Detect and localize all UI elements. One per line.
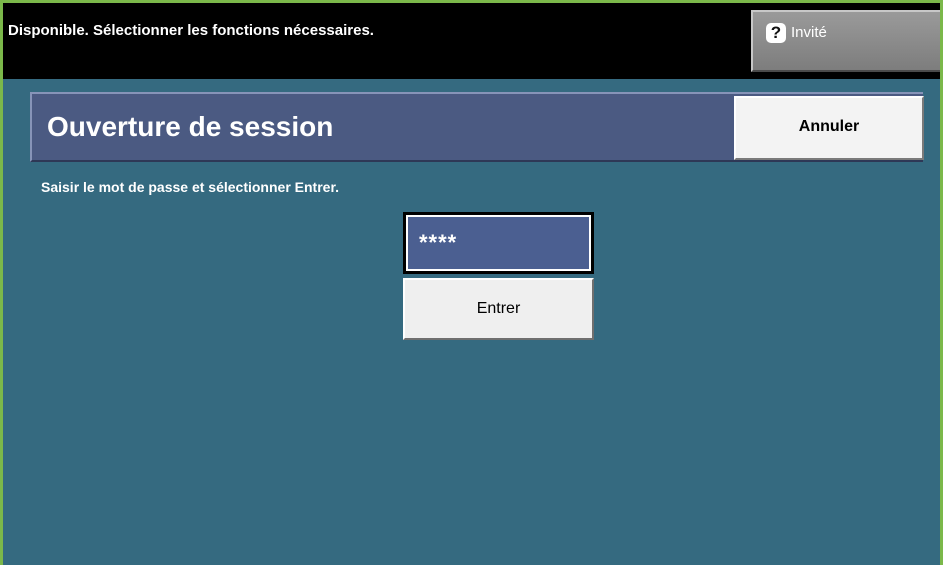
guest-button[interactable]: ? Invité <box>751 10 940 72</box>
enter-button[interactable]: Entrer <box>403 278 594 340</box>
login-screen: Disponible. Sélectionner les fonctions n… <box>0 0 943 565</box>
status-bar: Disponible. Sélectionner les fonctions n… <box>3 3 940 79</box>
status-message: Disponible. Sélectionner les fonctions n… <box>8 22 374 39</box>
password-field[interactable]: **** <box>403 212 594 274</box>
help-icon: ? <box>766 23 786 43</box>
page-title: Ouverture de session <box>47 111 334 142</box>
guest-label: Invité <box>791 24 827 41</box>
password-value: **** <box>406 215 591 271</box>
instruction-text: Saisir le mot de passe et sélectionner E… <box>41 179 340 195</box>
cancel-button[interactable]: Annuler <box>734 96 924 160</box>
